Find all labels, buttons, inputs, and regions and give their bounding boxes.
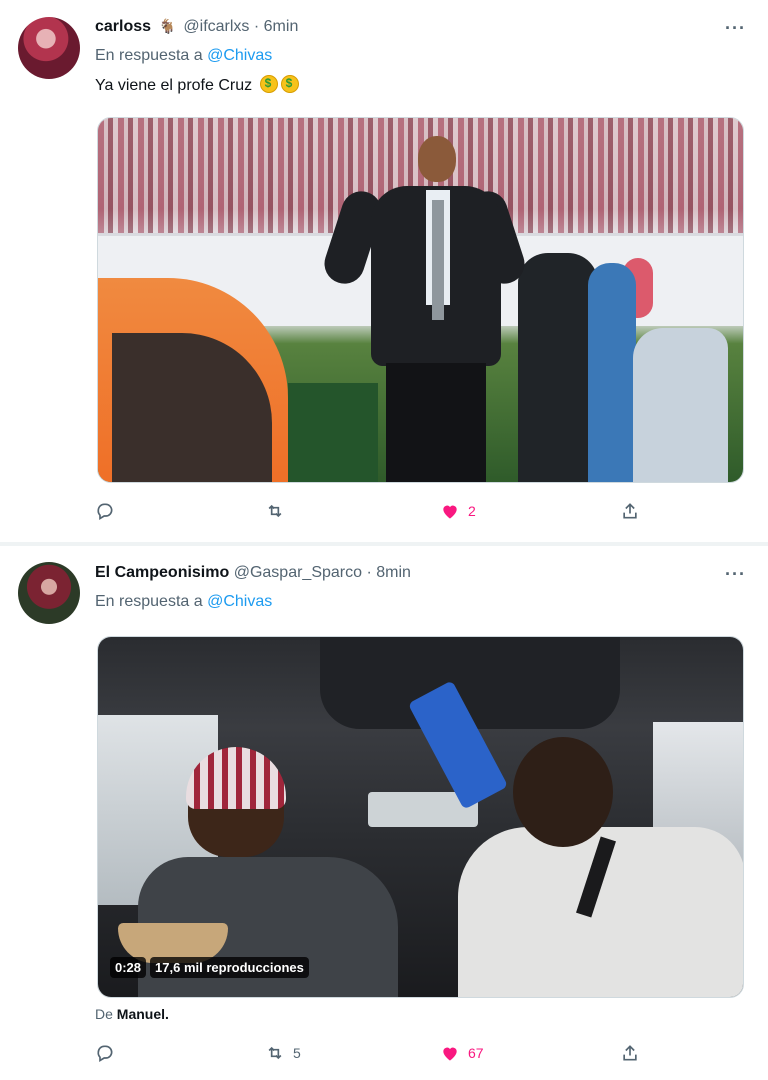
timestamp[interactable]: 6min (264, 18, 299, 35)
tweet-1[interactable]: carloss 🐐 @ifcarlxs · 6min ··· En respue… (0, 0, 768, 542)
coach-head (418, 136, 456, 182)
tweet-2[interactable]: El Campeonisimo @Gaspar_Sparco · 8min ··… (0, 546, 768, 1080)
like-count: 67 (468, 1045, 484, 1061)
video-duration: 0:28 (110, 957, 147, 978)
staff-person (518, 253, 598, 482)
reply-mention-link[interactable]: @Chivas (207, 593, 272, 610)
money-mouth-emoji-icon (259, 75, 278, 93)
avatar[interactable] (18, 17, 80, 79)
handle[interactable]: @ifcarlxs (183, 18, 249, 35)
reply-icon (97, 503, 113, 520)
share-button[interactable] (620, 1043, 648, 1063)
tweet-actions: 5 67 (95, 1043, 655, 1067)
reply-button[interactable] (95, 501, 123, 521)
reply-prefix: En respuesta a (95, 593, 203, 610)
reply-mention-link[interactable]: @Chivas (207, 47, 272, 64)
retweet-button[interactable]: 5 (265, 1043, 301, 1063)
heart-icon (443, 505, 457, 519)
reply-prefix: En respuesta a (95, 47, 203, 64)
more-options-icon[interactable]: ··· (725, 564, 746, 585)
timestamp[interactable]: 8min (376, 564, 411, 581)
driver-head (513, 737, 613, 847)
separator-dot: · (366, 564, 372, 581)
video-attribution: De Manuel. (95, 1006, 169, 1022)
coach-tie (432, 200, 444, 320)
attribution-user-link[interactable]: Manuel. (117, 1006, 169, 1022)
like-button[interactable]: 67 (440, 1043, 484, 1063)
share-button[interactable] (620, 501, 648, 521)
reply-context: En respuesta a @Chivas (95, 593, 272, 611)
heart-icon (443, 1047, 457, 1061)
tweet-photo[interactable] (97, 117, 744, 483)
video-info-badge: 0:28 17,6 mil reproducciones (110, 957, 309, 978)
staff-person (588, 263, 636, 482)
tweet-text: Ya viene el profe Cruz (95, 75, 299, 95)
hedge (288, 383, 378, 482)
share-icon (623, 503, 637, 519)
retweet-count: 5 (293, 1045, 301, 1061)
reply-icon (97, 1045, 113, 1062)
money-mouth-emoji-icon (280, 75, 299, 93)
retweet-button[interactable] (265, 501, 293, 521)
tweet-video[interactable]: 0:28 17,6 mil reproducciones (97, 636, 744, 998)
reply-context: En respuesta a @Chivas (95, 47, 272, 65)
handle[interactable]: @Gaspar_Sparco (234, 564, 362, 581)
display-name[interactable]: carloss (95, 18, 151, 35)
separator-dot: · (253, 18, 260, 35)
goat-icon: 🐐 (158, 18, 176, 34)
retweet-icon (268, 504, 282, 518)
like-button[interactable]: 2 (440, 501, 476, 521)
like-count: 2 (468, 503, 476, 519)
share-icon (623, 1045, 637, 1061)
more-options-icon[interactable]: ··· (725, 18, 746, 39)
tweet-body: Ya viene el profe Cruz (95, 77, 253, 94)
avatar[interactable] (18, 562, 80, 624)
video-views: 17,6 mil reproducciones (150, 957, 309, 978)
display-name[interactable]: El Campeonisimo (95, 564, 229, 581)
tweet-header: El Campeonisimo @Gaspar_Sparco · 8min (95, 564, 411, 582)
staff-person (633, 328, 728, 482)
tweet-actions: 2 (95, 501, 655, 525)
reply-button[interactable] (95, 1043, 123, 1063)
tweet-header: carloss 🐐 @ifcarlxs · 6min (95, 18, 298, 36)
coach-legs (386, 363, 486, 482)
attribution-prefix: De (95, 1006, 113, 1022)
retweet-icon (268, 1046, 282, 1060)
